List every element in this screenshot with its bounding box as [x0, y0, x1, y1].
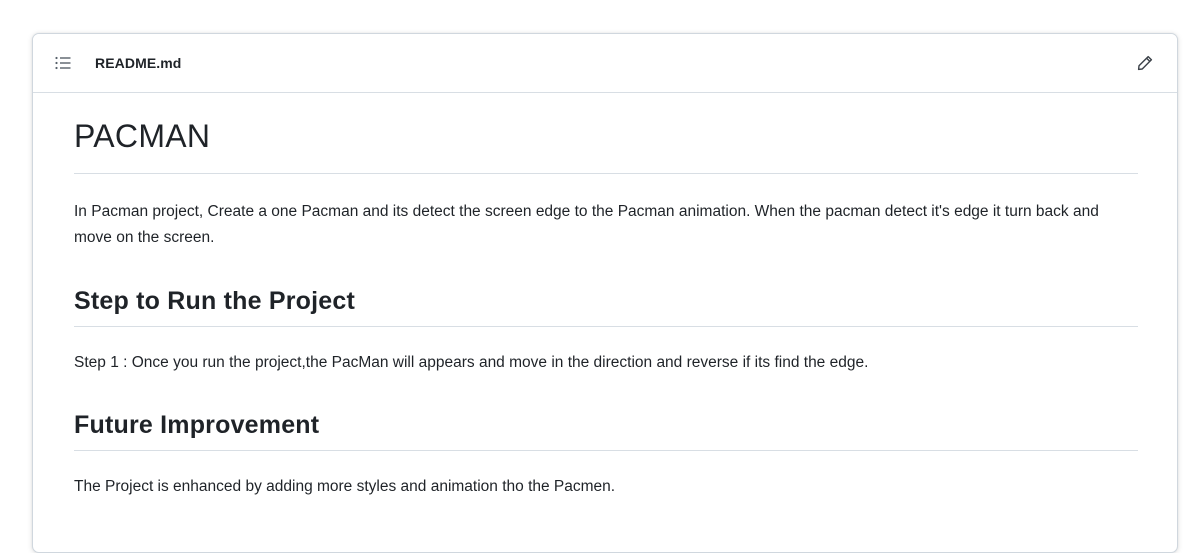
section-text-future: The Project is enhanced by adding more s… — [74, 478, 616, 495]
readme-title: PACMAN — [74, 118, 211, 154]
section-divider-future — [74, 450, 1138, 451]
section-text-run: Step 1 : Once you run the project,the Pa… — [74, 354, 869, 371]
list-unordered-icon[interactable] — [53, 55, 73, 71]
title-divider — [74, 173, 1138, 174]
screenshot-frame: README.md PACMAN In Pacman project, Crea… — [0, 0, 1202, 553]
section-divider-run — [74, 326, 1138, 327]
readme-header: README.md — [33, 34, 1177, 93]
intro-paragraph: In Pacman project, Create a one Pacman a… — [74, 203, 1099, 246]
readme-filename: README.md — [95, 55, 182, 71]
section-heading-run: Step to Run the Project — [74, 287, 356, 315]
section-heading-future: Future Improvement — [74, 411, 320, 439]
pencil-icon[interactable] — [1135, 53, 1155, 73]
readme-card: README.md PACMAN In Pacman project, Crea… — [32, 33, 1178, 553]
